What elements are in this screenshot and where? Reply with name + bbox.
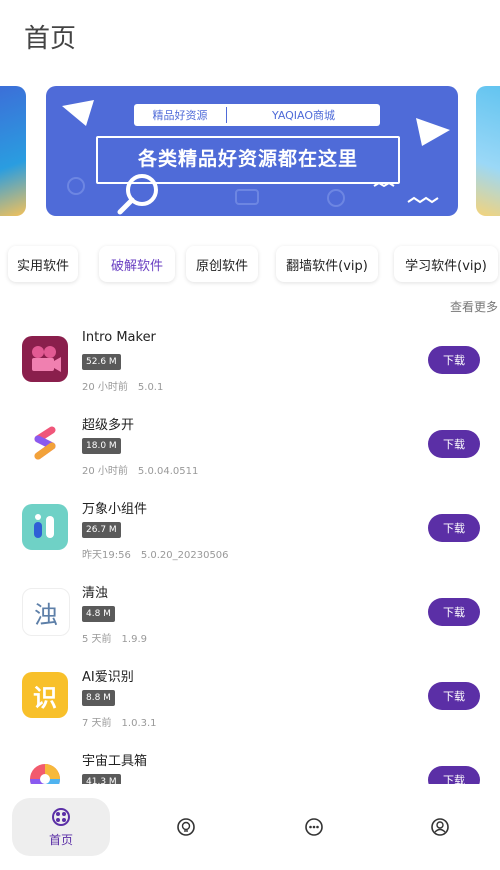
color-wheel-icon [22, 756, 68, 786]
app-version: 1.0.3.1 [121, 718, 157, 729]
download-button[interactable]: 下载 [428, 514, 480, 542]
s-logo-icon [22, 420, 68, 466]
film-camera-icon [22, 336, 68, 382]
app-version: 1.9.9 [121, 634, 147, 645]
app-meta: 20 小时前 5.0.1 [82, 378, 163, 393]
list-item[interactable]: 识 AI爱识别 8.8 M 7 天前 1.0.3.1 下载 [0, 658, 500, 742]
chip-vpn-vip[interactable]: 翻墙软件(vip) [276, 246, 378, 282]
app-meta: 7 天前 1.0.3.1 [82, 714, 157, 729]
page-title: 首页 [24, 24, 77, 54]
more-dots-icon [304, 817, 324, 837]
banner-prev-slide[interactable] [0, 86, 26, 216]
app-version: 5.0.20_20230506 [140, 550, 229, 561]
download-button[interactable]: 下载 [428, 598, 480, 626]
app-size-badge: 18.0 M [82, 438, 121, 454]
download-button[interactable]: 下载 [428, 430, 480, 458]
banner-next-slide[interactable] [476, 86, 500, 216]
banner-headline-box: 各类精品好资源都在这里 [96, 136, 400, 184]
nav-messages[interactable] [294, 798, 334, 856]
app-size-badge: 8.8 M [82, 690, 115, 706]
bottom-nav: 首页 [0, 784, 500, 870]
list-item[interactable]: 宇宙工具箱 41.3 M 下载 [0, 742, 500, 786]
list-item[interactable]: 浊 清浊 4.8 M 5 天前 1.9.9 下载 [0, 574, 500, 658]
banner-slide[interactable]: 精品好资源 YAQIAO商城 各类精品好资源都在这里 [46, 86, 458, 216]
widget-blocks-icon [22, 504, 68, 550]
app-size-badge: 4.8 M [82, 606, 115, 622]
app-name: 清浊 [82, 586, 109, 601]
list-item[interactable]: Intro Maker 52.6 M 20 小时前 5.0.1 下载 [0, 322, 500, 406]
app-updated-time: 20 小时前 [82, 382, 128, 393]
see-more-link[interactable]: 查看更多 [450, 298, 498, 315]
list-item[interactable]: 万象小组件 26.7 M 昨天19:56 5.0.20_20230506 下载 [0, 490, 500, 574]
chip-cracked[interactable]: 破解软件 [99, 246, 175, 282]
chip-study-vip[interactable]: 学习软件(vip) [394, 246, 498, 282]
zhuo-character-icon: 浊 [22, 588, 70, 636]
app-meta: 昨天19:56 5.0.20_20230506 [82, 546, 229, 561]
banner-pill-left: 精品好资源 [134, 107, 227, 123]
lightbulb-icon [176, 817, 196, 837]
profile-icon [430, 817, 450, 837]
app-name: 万象小组件 [82, 502, 148, 517]
app-meta: 20 小时前 5.0.04.0511 [82, 462, 198, 477]
nav-discover[interactable] [166, 798, 206, 856]
app-meta: 5 天前 1.9.9 [82, 630, 147, 645]
home-icon [51, 807, 71, 827]
app-name: Intro Maker [82, 330, 156, 345]
app-name: 超级多开 [82, 418, 135, 433]
app-size-badge: 52.6 M [82, 354, 121, 370]
nav-home[interactable]: 首页 [12, 798, 110, 856]
app-name: AI爱识别 [82, 670, 134, 685]
banner-pill: 精品好资源 YAQIAO商城 [134, 104, 380, 126]
nav-profile[interactable] [420, 798, 460, 856]
shi-character-icon: 识 [22, 672, 68, 718]
app-version: 5.0.04.0511 [137, 466, 199, 477]
chip-practical[interactable]: 实用软件 [8, 246, 78, 282]
download-button[interactable]: 下载 [428, 346, 480, 374]
app-updated-time: 5 天前 [82, 634, 112, 645]
app-version: 5.0.1 [137, 382, 164, 393]
list-item[interactable]: 超级多开 18.0 M 20 小时前 5.0.04.0511 下载 [0, 406, 500, 490]
app-updated-time: 昨天19:56 [82, 550, 131, 561]
app-updated-time: 7 天前 [82, 718, 112, 729]
app-updated-time: 20 小时前 [82, 466, 128, 477]
app-size-badge: 26.7 M [82, 522, 121, 538]
app-name: 宇宙工具箱 [82, 754, 148, 769]
download-button[interactable]: 下载 [428, 682, 480, 710]
download-button[interactable]: 下载 [428, 766, 480, 786]
banner-headline: 各类精品好资源都在这里 [137, 148, 358, 170]
category-chips: 实用软件 破解软件 原创软件 翻墙软件(vip) 学习软件(vip) [8, 246, 500, 282]
chip-original[interactable]: 原创软件 [186, 246, 258, 282]
banner-carousel[interactable]: 精品好资源 YAQIAO商城 各类精品好资源都在这里 [0, 86, 500, 216]
app-list: Intro Maker 52.6 M 20 小时前 5.0.1 下载 超级多开 1… [0, 322, 500, 786]
banner-pill-right: YAQIAO商城 [271, 109, 336, 122]
nav-home-label: 首页 [48, 832, 73, 847]
